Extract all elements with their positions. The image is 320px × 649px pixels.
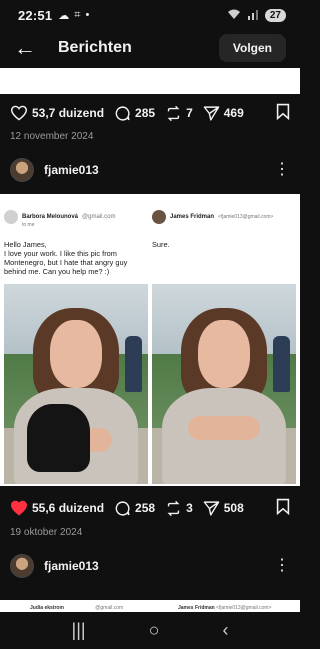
post-author: fjamie013 ⋮	[0, 154, 300, 186]
screenshot-icon: ⌗	[74, 8, 81, 21]
share-button[interactable]: 508	[203, 500, 244, 517]
comment-count: 258	[135, 501, 156, 515]
email-right: James Fridman <fjamie013@gmail.com> Sure…	[152, 194, 296, 294]
back-arrow-icon[interactable]: ←	[14, 35, 42, 61]
follow-button[interactable]: Volgen	[218, 34, 286, 62]
email-left: Barbora Melounová @gmail.com to me Hello…	[4, 194, 148, 294]
like-button[interactable]: 55,6 duizend	[10, 500, 104, 516]
app-bar: ← Berichten Volgen	[0, 30, 300, 66]
heart-icon	[10, 105, 28, 121]
page-title: Berichten	[58, 39, 132, 56]
sender-avatar	[4, 210, 18, 224]
next-post-image[interactable]: Judia ekstrom @gmail.com James Fridman <…	[0, 600, 300, 612]
status-time: 22:51	[18, 7, 53, 23]
status-icons: ☁ ⌗ •	[58, 9, 89, 22]
email-address: @gmail.com	[82, 214, 116, 220]
email-body: Sure.	[152, 240, 170, 249]
home-icon[interactable]: ○	[149, 620, 160, 641]
post-author: fjamie013 ⋮	[0, 550, 300, 582]
like-button[interactable]: 53,7 duizend	[10, 105, 104, 121]
repost-button[interactable]: 3	[165, 500, 193, 517]
share-count: 508	[223, 501, 244, 515]
email-body: Hello James, I love your work. I like th…	[4, 240, 128, 276]
previous-post-image[interactable]	[0, 68, 300, 94]
email-sender: James Fridman	[178, 605, 215, 611]
repost-count: 3	[186, 501, 193, 515]
post-actions: 55,6 duizend 258 3 508	[0, 491, 300, 525]
background-person	[124, 336, 143, 392]
cat	[27, 404, 91, 472]
author-handle[interactable]: fjamie013	[44, 163, 99, 177]
repost-button[interactable]: 7	[165, 105, 193, 122]
dot-icon: •	[85, 9, 90, 21]
comment-count: 285	[135, 106, 156, 120]
post-actions: 53,7 duizend 285 7 469	[0, 96, 300, 130]
wifi-icon	[227, 8, 241, 23]
kebab-icon[interactable]: ⋮	[274, 558, 290, 574]
background-person	[272, 336, 291, 392]
comment-icon	[115, 500, 130, 516]
email-sender: Barbora Melounová	[22, 214, 79, 220]
heart-icon	[10, 500, 28, 516]
system-nav-bar: ||| ○ ‹	[0, 612, 300, 649]
comment-icon	[115, 105, 130, 121]
email-sender: Judia ekstrom	[30, 605, 64, 611]
email-sender: James Fridman	[170, 214, 215, 220]
cloud-icon: ☁	[58, 9, 70, 22]
email-address: <fjamie013@gmail.com>	[216, 605, 272, 611]
comment-button[interactable]: 285	[114, 105, 155, 122]
bookmark-button[interactable]	[276, 103, 290, 123]
share-icon	[203, 500, 220, 516]
author-handle[interactable]: fjamie013	[44, 559, 99, 573]
share-button[interactable]: 469	[203, 105, 244, 122]
signal-icon	[247, 8, 259, 23]
sender-avatar	[152, 210, 166, 224]
post-date: 19 oktober 2024	[10, 527, 83, 538]
email-recipient: to me	[22, 222, 35, 228]
recent-apps-icon[interactable]: |||	[72, 620, 86, 641]
comment-button[interactable]: 258	[114, 500, 155, 517]
bookmark-button[interactable]	[276, 498, 290, 518]
kebab-icon[interactable]: ⋮	[274, 162, 290, 178]
repost-count: 7	[186, 106, 193, 120]
photo-before	[4, 284, 148, 484]
repost-icon	[167, 105, 180, 121]
status-bar: 22:51 ☁ ⌗ • 27	[0, 0, 300, 30]
email-address: <fjamie013@gmail.com>	[218, 214, 274, 220]
repost-icon	[167, 500, 180, 516]
bookmark-icon	[276, 103, 290, 121]
avatar[interactable]	[10, 158, 34, 182]
like-count: 55,6 duizend	[32, 501, 105, 515]
post-image[interactable]: Barbora Melounová @gmail.com to me Hello…	[0, 194, 300, 486]
battery-badge: 27	[264, 8, 286, 22]
avatar[interactable]	[10, 554, 34, 578]
share-icon	[203, 105, 220, 121]
share-count: 469	[223, 106, 244, 120]
email-address: @gmail.com	[95, 605, 124, 611]
back-icon[interactable]: ‹	[222, 620, 228, 641]
bookmark-icon	[276, 498, 290, 516]
like-count: 53,7 duizend	[32, 106, 105, 120]
photo-after	[152, 284, 296, 484]
post-date: 12 november 2024	[10, 131, 94, 142]
